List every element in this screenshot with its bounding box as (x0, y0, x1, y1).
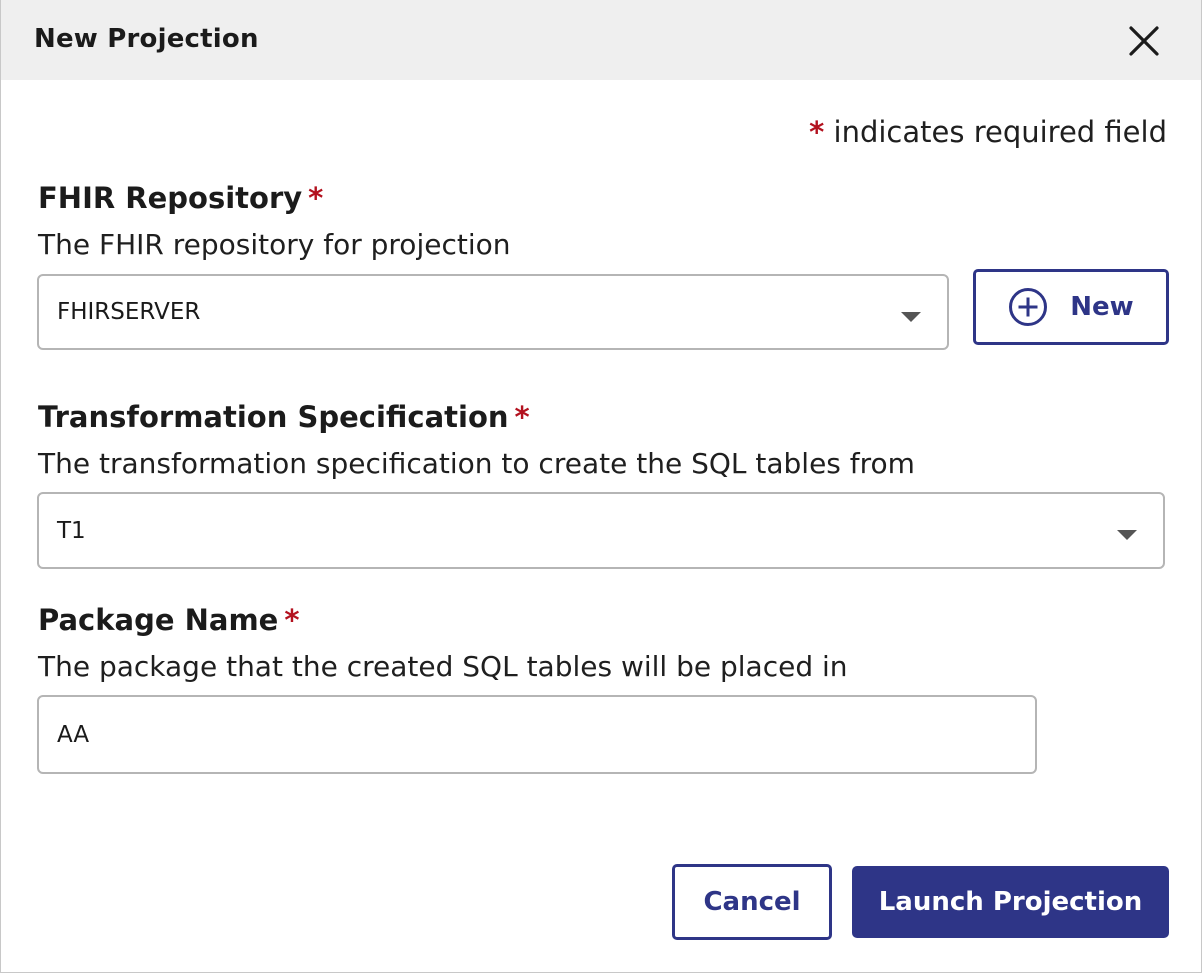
package-label-text: Package Name (38, 603, 279, 637)
transformation-select[interactable]: T1 (37, 492, 1165, 569)
repository-label: FHIR Repository * (38, 181, 323, 215)
repository-label-text: FHIR Repository (38, 181, 303, 215)
transformation-label: Transformation Specification * (38, 400, 530, 434)
plus-circle-icon (1009, 288, 1048, 326)
transformation-help: The transformation specification to crea… (38, 447, 915, 480)
required-marker: * (809, 115, 825, 149)
package-name-value: AA (57, 721, 90, 748)
new-repository-label: New (1070, 292, 1134, 322)
required-marker: * (308, 181, 324, 215)
required-note-text: indicates required field (833, 115, 1167, 149)
package-name-input[interactable]: AA (37, 695, 1037, 774)
repository-select[interactable]: FHIRSERVER (37, 274, 949, 350)
new-repository-button[interactable]: New (973, 269, 1169, 345)
required-field-note: * indicates required field (809, 115, 1167, 149)
transformation-label-text: Transformation Specification (38, 400, 509, 434)
package-help: The package that the created SQL tables … (38, 650, 848, 683)
repository-help: The FHIR repository for projection (38, 228, 511, 261)
new-projection-dialog: New Projection * indicates required fiel… (0, 0, 1202, 973)
repository-select-value: FHIRSERVER (57, 299, 201, 325)
transformation-select-value: T1 (57, 517, 86, 544)
dialog-title: New Projection (34, 24, 259, 54)
dialog-header: New Projection (1, 0, 1201, 80)
chevron-down-icon (1117, 530, 1137, 540)
cancel-button[interactable]: Cancel (672, 864, 832, 940)
package-label: Package Name * (38, 603, 300, 637)
cancel-button-label: Cancel (703, 887, 801, 917)
launch-projection-button[interactable]: Launch Projection (852, 866, 1169, 938)
close-button[interactable] (1127, 24, 1161, 58)
required-marker: * (284, 603, 300, 637)
launch-projection-label: Launch Projection (878, 887, 1143, 917)
close-icon (1129, 26, 1159, 56)
required-marker: * (514, 400, 530, 434)
chevron-down-icon (901, 312, 921, 322)
